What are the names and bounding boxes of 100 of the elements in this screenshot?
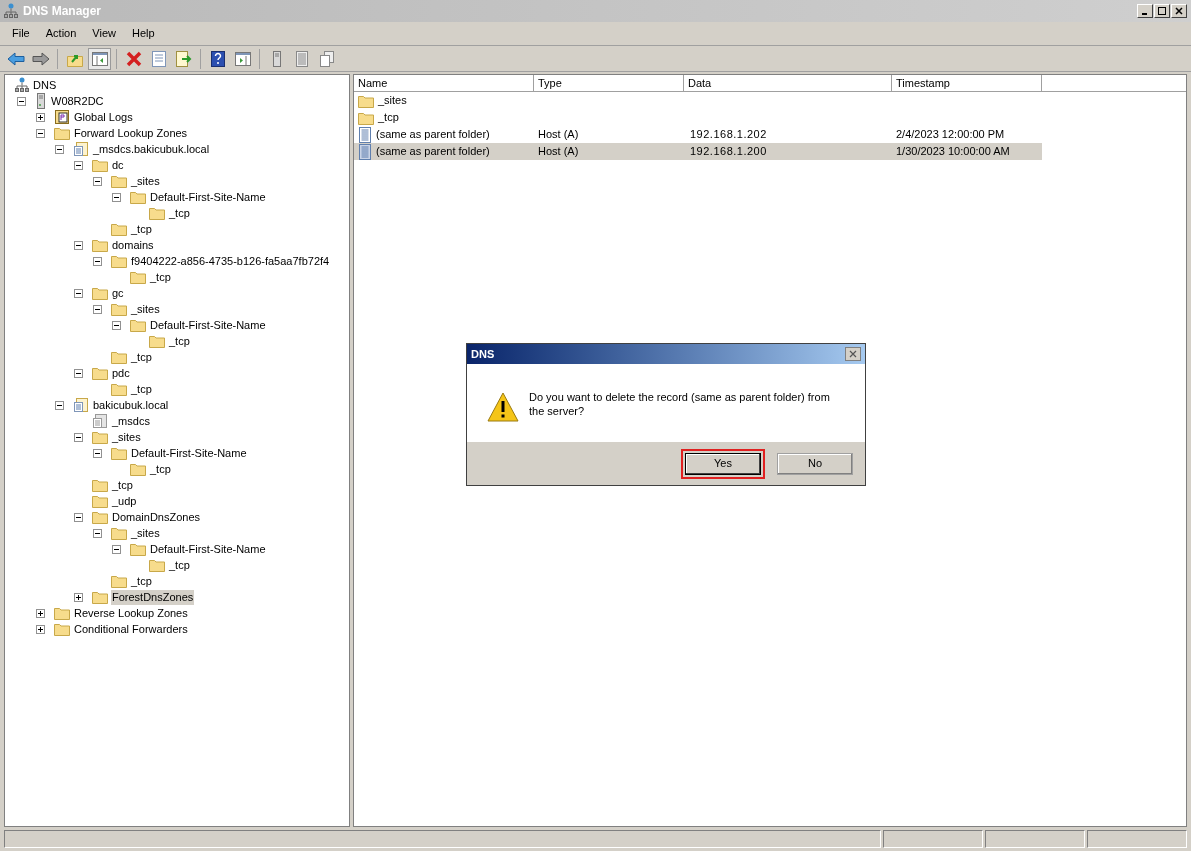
tree-item[interactable]: _udp xyxy=(111,493,138,509)
tree-item[interactable]: Forward Lookup Zones xyxy=(73,125,189,141)
maximize-icon xyxy=(1158,7,1166,15)
list-row[interactable]: (same as parent folder) Host (A) 192.168.1.202 2/4/2023 12:00:00 PM xyxy=(354,126,1042,143)
tree-item[interactable]: _sites xyxy=(130,525,161,541)
tree-item[interactable]: _tcp xyxy=(111,477,134,493)
list-row[interactable]: (same as parent folder) Host (A) 192.168.1.200 1/30/2023 10:00:00 AM xyxy=(354,143,1042,160)
tree-item[interactable]: _tcp xyxy=(130,573,153,589)
list-row[interactable]: _tcp xyxy=(354,109,1042,126)
tree-item[interactable]: _sites xyxy=(130,301,161,317)
menu-item[interactable]: Action xyxy=(37,25,85,42)
tree-item[interactable]: dc xyxy=(111,157,125,173)
help-icon xyxy=(210,50,225,67)
tree-item[interactable]: DomainDnsZones xyxy=(111,509,202,525)
tree-item[interactable]: DNS xyxy=(32,76,58,94)
folder-icon xyxy=(111,526,127,540)
folder-icon xyxy=(111,446,127,460)
expand-icon[interactable] xyxy=(36,624,45,634)
collapse-icon[interactable] xyxy=(112,320,121,330)
folder-icon xyxy=(111,222,127,236)
collapse-icon[interactable] xyxy=(74,240,83,250)
collapse-icon[interactable] xyxy=(112,192,121,202)
collapse-icon[interactable] xyxy=(93,448,102,458)
record-data: 192.168.1.202 xyxy=(690,128,767,141)
minimize-button[interactable] xyxy=(1137,4,1153,18)
tree-item[interactable]: gc xyxy=(111,285,125,301)
tree-item[interactable]: _msdcs xyxy=(111,413,151,429)
collapse-icon[interactable] xyxy=(55,144,64,154)
tree-item[interactable]: _sites xyxy=(111,429,142,445)
folder-icon xyxy=(92,158,108,172)
tree-item[interactable]: Default-First-Site-Name xyxy=(149,317,267,333)
tree-item[interactable]: bakicubuk.local xyxy=(92,397,170,413)
list-row[interactable]: _sites xyxy=(354,92,1042,109)
column-header[interactable]: Type xyxy=(534,75,684,92)
tree-item[interactable]: _tcp xyxy=(130,221,153,237)
dialog-button[interactable]: Yes xyxy=(685,452,761,475)
collapse-icon[interactable] xyxy=(93,176,102,186)
record-type: Host (A) xyxy=(538,145,579,158)
folder-icon xyxy=(130,542,146,556)
tree-item[interactable]: _tcp xyxy=(130,381,153,397)
tree-item[interactable]: _tcp xyxy=(130,349,153,365)
collapse-icon[interactable] xyxy=(74,368,83,378)
collapse-icon[interactable] xyxy=(36,128,45,138)
tree-item[interactable]: Global Logs xyxy=(73,109,134,125)
tree-item[interactable]: Default-First-Site-Name xyxy=(149,189,267,205)
tree-item[interactable]: domains xyxy=(111,237,155,253)
menu-item[interactable]: View xyxy=(84,25,124,42)
folder-icon xyxy=(111,302,127,316)
folder-icon xyxy=(54,606,70,620)
folder-icon xyxy=(92,494,108,508)
folder-icon xyxy=(92,286,108,300)
collapse-icon[interactable] xyxy=(74,512,83,522)
tree-item[interactable]: _tcp xyxy=(149,269,172,285)
maximize-button[interactable] xyxy=(1154,4,1170,18)
column-header[interactable]: Data xyxy=(684,75,892,92)
collapse-icon[interactable] xyxy=(17,96,26,106)
tree-item[interactable]: Conditional Forwarders xyxy=(73,621,189,637)
collapse-icon[interactable] xyxy=(74,288,83,298)
record-timestamp: 2/4/2023 12:00:00 PM xyxy=(896,128,1005,141)
folder-icon xyxy=(54,622,70,636)
record-type: Host (A) xyxy=(538,128,579,141)
zone-file-icon xyxy=(92,413,108,429)
collapse-icon[interactable] xyxy=(93,256,102,266)
tree-item[interactable]: _sites xyxy=(130,173,161,189)
collapse-icon[interactable] xyxy=(55,400,64,410)
tree-item[interactable]: pdc xyxy=(111,365,131,381)
collapse-icon[interactable] xyxy=(112,544,121,554)
tree-item[interactable]: _tcp xyxy=(168,333,191,349)
column-header[interactable]: Name xyxy=(354,75,534,92)
record-name: _sites xyxy=(378,93,407,109)
dialog-message: Do you want to delete the record (same as parent folder) from the server? xyxy=(529,390,831,418)
folder-icon xyxy=(130,190,146,204)
collapse-icon[interactable] xyxy=(74,160,83,170)
tree-item[interactable]: Reverse Lookup Zones xyxy=(73,605,189,621)
collapse-icon[interactable] xyxy=(93,528,102,538)
forward-icon xyxy=(31,51,50,66)
expand-icon[interactable] xyxy=(74,592,83,602)
tree-item[interactable]: ForestDnsZones xyxy=(111,589,195,605)
record-name: (same as parent folder) xyxy=(376,144,490,160)
expand-icon[interactable] xyxy=(36,112,45,122)
tree-item[interactable]: W08R2DC xyxy=(50,93,105,109)
tree-item[interactable]: _msdcs.bakicubuk.local xyxy=(92,141,211,157)
tree-item[interactable]: _tcp xyxy=(149,461,172,477)
collapse-icon[interactable] xyxy=(74,432,83,442)
console-tree-button[interactable] xyxy=(88,47,111,70)
record-timestamp: 1/30/2023 10:00:00 AM xyxy=(896,145,1010,158)
tree-item[interactable]: _tcp xyxy=(168,205,191,221)
tree-item[interactable]: Default-First-Site-Name xyxy=(149,541,267,557)
tree-item[interactable]: _tcp xyxy=(168,557,191,573)
expand-icon[interactable] xyxy=(36,608,45,618)
dialog-button[interactable]: No xyxy=(777,452,853,475)
menu-item[interactable]: File xyxy=(4,25,38,42)
collapse-icon[interactable] xyxy=(93,304,102,314)
menu-item[interactable]: Help xyxy=(123,25,163,42)
folder-icon xyxy=(92,238,108,252)
column-header[interactable]: Timestamp xyxy=(892,75,1042,92)
tree-item[interactable]: f9404222-a856-4735-b126-fa5aa7fb72f4 xyxy=(130,253,331,269)
console-tree-icon xyxy=(91,51,108,66)
tree-item[interactable]: Default-First-Site-Name xyxy=(130,445,248,461)
folder-icon xyxy=(92,510,108,524)
